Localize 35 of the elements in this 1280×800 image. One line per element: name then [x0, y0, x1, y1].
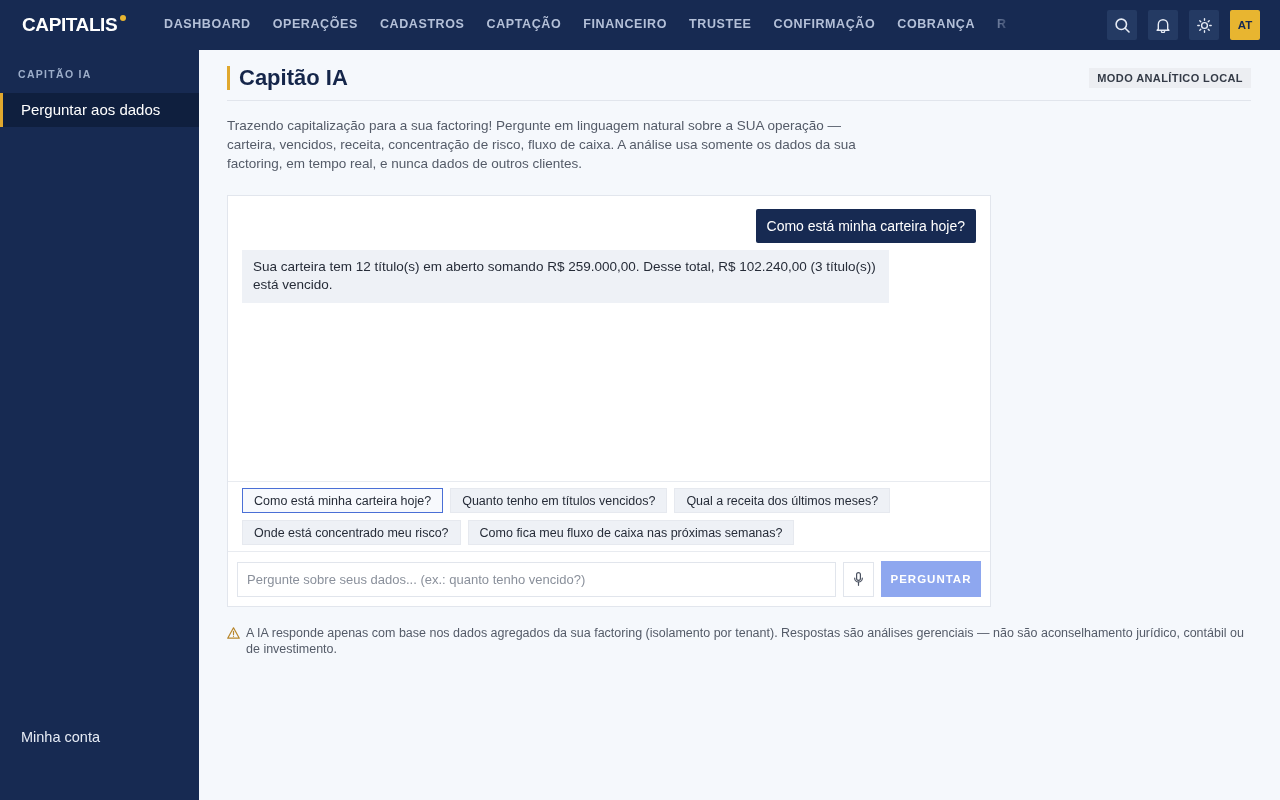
theme-button[interactable]: [1189, 10, 1219, 40]
disclaimer-text: A IA responde apenas com base nos dados agregados da sua factoring (isolamento por tenant). Respostas são análises gerenciais — não são aconselhamento jurídico, contábil ou de investimento.: [246, 625, 1245, 657]
page-title: Capitão IA: [227, 66, 348, 90]
sidebar-item[interactable]: Perguntar aos dados: [0, 93, 199, 127]
assistant-message: Sua carteira tem 12 título(s) em aberto somando R$ 259.000,00. Desse total, R$ 102.240,00 (3 título(s)) está vencido.: [242, 250, 889, 303]
suggestion-chip[interactable]: Qual a receita dos últimos meses?: [674, 488, 891, 513]
nav-link[interactable]: CADASTROS: [379, 13, 465, 37]
nav-link[interactable]: TRUSTEE: [689, 13, 752, 37]
microphone-icon: [854, 572, 863, 586]
nav-link[interactable]: COBRANÇA: [897, 13, 975, 37]
sidebar-section-label: CAPITÃO IA: [17, 68, 93, 80]
avatar-button[interactable]: AT: [1230, 10, 1260, 40]
notifications-button[interactable]: [1148, 10, 1178, 40]
nav-link[interactable]: FINANCEIRO: [583, 13, 667, 37]
suggestion-chip[interactable]: Onde está concentrado meu risco?: [242, 520, 461, 545]
nav-link[interactable]: OPERAÇÕES: [272, 13, 358, 37]
suggestion-chip[interactable]: Como fica meu fluxo de caixa nas próximas semanas?: [467, 520, 795, 545]
question-input[interactable]: Pergunte sobre seus dados... (ex.: quanto tenho vencido?): [237, 561, 836, 597]
suggestion-chip[interactable]: Como está minha carteira hoje?: [242, 488, 444, 513]
search-button[interactable]: [1107, 10, 1137, 40]
search-icon: [1114, 17, 1130, 33]
nav-link[interactable]: CONFIRMAÇÃO: [773, 13, 876, 37]
user-message: Como está minha carteira hoje?: [755, 209, 976, 243]
sun-icon: [1196, 17, 1212, 33]
nav-link[interactable]: CAPTAÇÃO: [486, 13, 562, 37]
intro-text: Trazendo capitalização para a sua factoring! Pergunte em linguagem natural sobre a SUA operação — carteira, vencidos, receita, concentração de risco, fluxo de caixa. A análise usa somente os dados da sua factoring, em tempo real, e nunca dados de outros clientes.: [227, 117, 857, 173]
mode-badge: MODO ANALÍTICO LOCAL: [1089, 68, 1251, 88]
logo-dot-icon: [120, 15, 127, 21]
warning-icon: [227, 627, 240, 639]
account-link[interactable]: Minha conta: [0, 729, 199, 745]
logo[interactable]: CAPITALIS: [22, 14, 118, 36]
bell-icon: [1156, 17, 1170, 33]
microphone-button[interactable]: [843, 561, 874, 597]
suggestion-chip[interactable]: Quanto tenho em títulos vencidos?: [450, 488, 668, 513]
nav-link[interactable]: DASHBOARD: [164, 13, 251, 37]
